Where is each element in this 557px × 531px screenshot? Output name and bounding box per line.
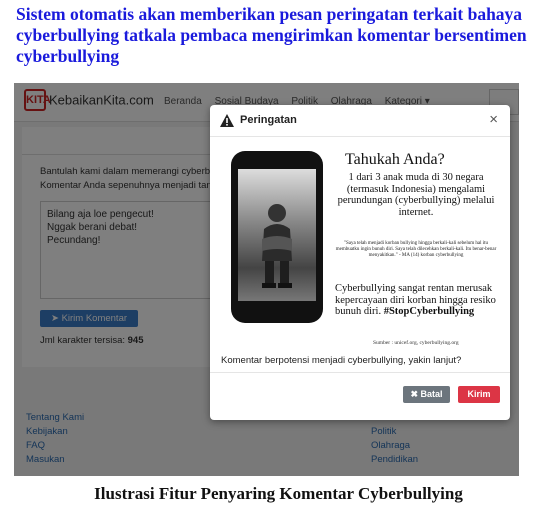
top-caption: Sistem otomatis akan memberikan pesan pe… (16, 4, 527, 66)
poster-hashtag: #StopCyberbullying (383, 306, 475, 317)
cancel-button[interactable]: ✖ Batal (403, 386, 450, 403)
modal-footer: ✖ Batal Kirim (210, 372, 510, 420)
close-icon[interactable]: × (489, 111, 498, 128)
poster-quote: "Saya telah menjadi korban bullying hing… (335, 241, 497, 258)
cyberbullying-poster: Tahukah Anda? 1 dari 3 anak muda di 30 n… (221, 145, 499, 355)
poster-heading: Tahukah Anda? (345, 151, 445, 168)
sad-child-image (262, 204, 292, 288)
phone-image (231, 151, 323, 323)
poster-body: 1 dari 3 anak muda di 30 negara (termasu… (337, 172, 495, 218)
modal-question: Komentar berpotensi menjadi cyberbullyin… (221, 355, 462, 366)
cancel-label: Batal (420, 389, 443, 399)
poster-body-2: Cyberbullying sangat rentan merusak kepe… (335, 283, 497, 318)
modal-header: Peringatan × (210, 105, 510, 137)
poster-source: Sumber : unicef.org, cyberbullying.org (373, 340, 459, 346)
bottom-caption: Ilustrasi Fitur Penyaring Komentar Cyber… (94, 484, 463, 503)
warning-icon (220, 114, 234, 127)
screenshot-frame: KITAKebaikanKita.com Beranda Sosial Buda… (14, 83, 519, 476)
warning-modal: Peringatan × Tahukah Anda? 1 dari 3 anak… (210, 105, 510, 420)
phone-screen (238, 169, 316, 301)
modal-title: Peringatan (240, 114, 297, 126)
submit-button[interactable]: Kirim (458, 386, 500, 403)
cancel-x-icon: ✖ (410, 389, 421, 399)
